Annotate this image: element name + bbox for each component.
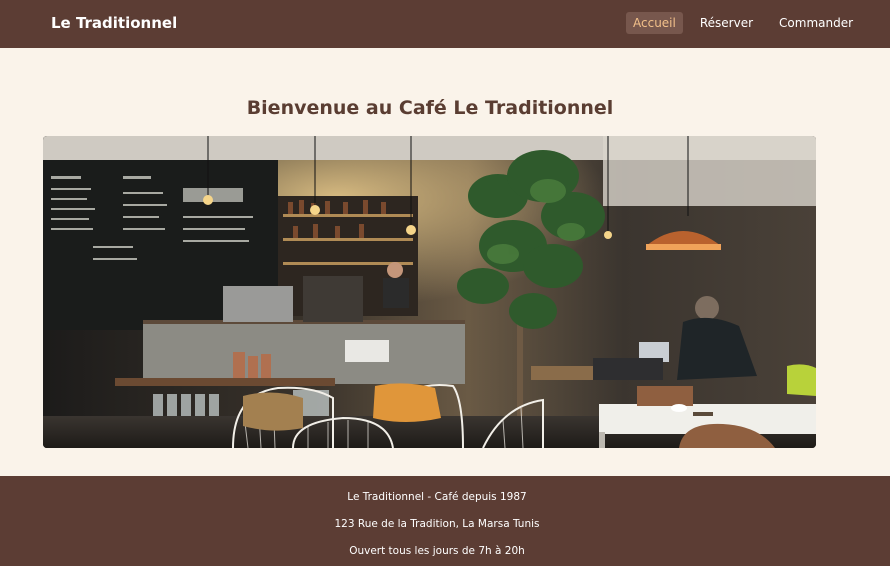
footer-tagline: Le Traditionnel - Café depuis 1987	[347, 491, 527, 503]
cafe-interior-illustration	[43, 136, 816, 448]
nav-accueil[interactable]: Accueil	[626, 12, 683, 34]
footer-hours: Ouvert tous les jours de 7h à 20h	[349, 545, 525, 557]
page-title: Bienvenue au Café Le Traditionnel	[246, 96, 614, 119]
site-footer: Le Traditionnel - Café depuis 1987 123 R…	[0, 476, 890, 566]
nav-reserver[interactable]: Réserver	[693, 12, 760, 34]
top-navigation-bar: Le Traditionnel Accueil Réserver Command…	[0, 0, 890, 48]
nav-commander[interactable]: Commander	[772, 12, 860, 34]
footer-address: 123 Rue de la Tradition, La Marsa Tunis	[334, 518, 540, 530]
brand-logo-text[interactable]: Le Traditionnel	[51, 12, 177, 34]
main-nav: Accueil Réserver Commander	[626, 12, 860, 34]
cafe-hero-image	[43, 136, 816, 448]
